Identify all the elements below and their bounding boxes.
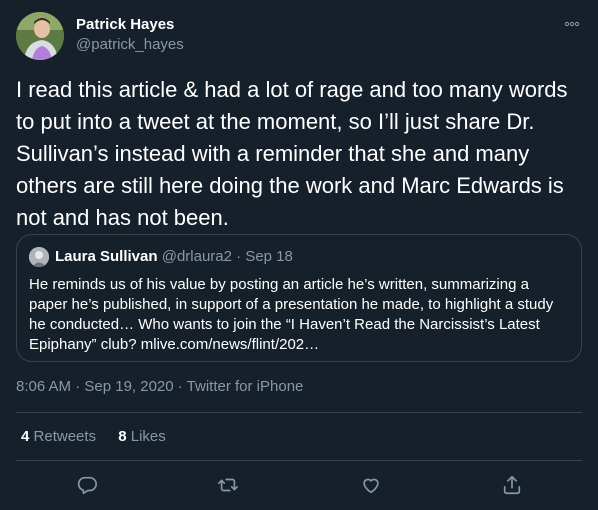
- divider: [16, 412, 582, 413]
- author-avatar[interactable]: [16, 12, 64, 60]
- retweets-stat[interactable]: 4 Retweets: [21, 428, 96, 445]
- likes-stat[interactable]: 8 Likes: [118, 428, 166, 445]
- quoted-separator: ·: [231, 248, 246, 265]
- likes-label: Likes: [130, 428, 166, 445]
- author-name[interactable]: Patrick Hayes: [76, 16, 174, 33]
- divider: [16, 460, 582, 461]
- quoted-date: Sep 18: [245, 248, 293, 265]
- tweet-actions: [16, 468, 582, 502]
- tweet-stats: 4 Retweets 8 Likes: [21, 428, 184, 445]
- share-icon[interactable]: [500, 473, 524, 497]
- quoted-author-handle: @drlaura2: [161, 248, 232, 265]
- retweets-label: Retweets: [33, 428, 97, 445]
- reply-icon[interactable]: [75, 473, 99, 497]
- tweet: Patrick Hayes @patrick_hayes I read this…: [0, 0, 598, 510]
- quoted-header: Laura Sullivan @drlaura2 · Sep 18: [55, 248, 293, 265]
- more-dots-icon[interactable]: [562, 14, 582, 34]
- quoted-tweet[interactable]: Laura Sullivan @drlaura2 · Sep 18 He rem…: [16, 234, 582, 362]
- quoted-author-avatar: [29, 247, 49, 267]
- heart-icon[interactable]: [359, 473, 383, 497]
- retweets-count: 4: [21, 428, 30, 445]
- retweet-icon[interactable]: [216, 473, 240, 497]
- tweet-timestamp[interactable]: 8:06 AM · Sep 19, 2020 · Twitter for iPh…: [16, 378, 303, 395]
- quoted-text: He reminds us of his value by posting an…: [29, 276, 554, 353]
- quoted-author-name: Laura Sullivan: [55, 248, 158, 265]
- tweet-text: I read this article & had a lot of rage …: [16, 77, 568, 230]
- author-handle[interactable]: @patrick_hayes: [76, 36, 184, 53]
- likes-count: 8: [118, 428, 127, 445]
